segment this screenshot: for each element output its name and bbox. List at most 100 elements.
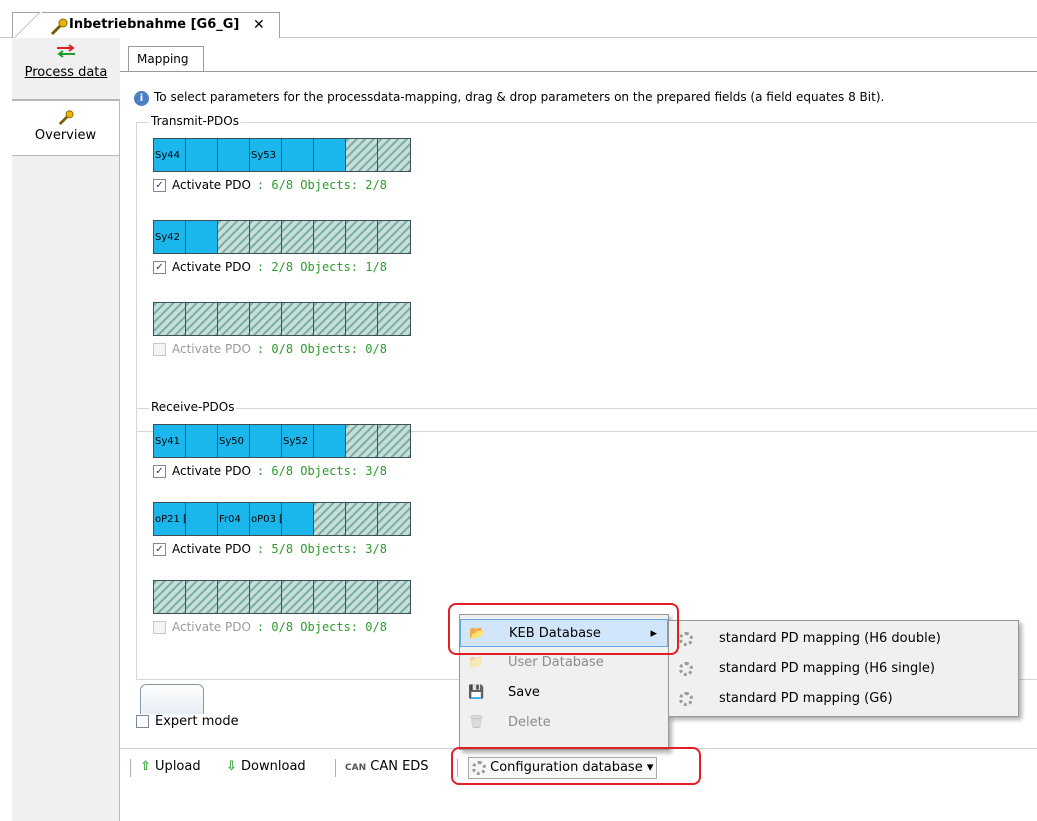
- pdo-field[interactable]: [314, 221, 346, 253]
- pdo-field[interactable]: [282, 303, 314, 335]
- checkbox-icon[interactable]: ✓: [153, 178, 166, 192]
- tab-overview[interactable]: Overview: [12, 100, 120, 156]
- pdo-field[interactable]: [314, 503, 346, 535]
- info-text: To select parameters for the processdata…: [154, 90, 885, 104]
- activate-pdo-checkbox[interactable]: ✓ Activate PDO: 2/8 Objects: 1/8: [153, 260, 387, 274]
- arrows-icon: [12, 44, 120, 61]
- pdo-field[interactable]: [314, 139, 346, 171]
- activate-pdo-label: Activate PDO: [172, 464, 251, 478]
- tab-process-data[interactable]: Process data: [12, 38, 120, 100]
- pdo-field[interactable]: [346, 221, 378, 253]
- pdo-field[interactable]: [250, 581, 282, 613]
- pdo-field[interactable]: [282, 503, 314, 535]
- menu-item-delete[interactable]: 🗑 Delete: [460, 709, 668, 737]
- submenu-item-mapping[interactable]: standard PD mapping (H6 double): [669, 625, 1018, 653]
- checkbox-icon[interactable]: [153, 342, 166, 356]
- menu-item-label: Delete: [508, 715, 551, 730]
- activate-pdo-checkbox[interactable]: Activate PDO: 0/8 Objects: 0/8: [153, 342, 387, 356]
- pdo-field[interactable]: [378, 139, 410, 171]
- highlight-keb-database: [448, 603, 679, 655]
- pdo-mapping-row[interactable]: [153, 302, 411, 336]
- activate-pdo-checkbox[interactable]: ✓ Activate PDO: 6/8 Objects: 3/8: [153, 464, 387, 478]
- tab-process-data-label: Process data: [24, 65, 108, 80]
- pdo-stats: : 0/8 Objects: 0/8: [256, 342, 387, 356]
- checkbox-icon[interactable]: ✓: [153, 542, 166, 556]
- pdo-mapping-row[interactable]: Sy41 Sy50 Sy52: [153, 424, 411, 458]
- menu-item-save[interactable]: 💾 Save: [460, 679, 668, 707]
- pdo-field[interactable]: [378, 503, 410, 535]
- pdo-field[interactable]: [250, 221, 282, 253]
- pdo-mapping-row[interactable]: Sy42: [153, 220, 411, 254]
- pdo-mapping-row[interactable]: [153, 580, 411, 614]
- pdo-mapping-row[interactable]: oP21 [0] Fr04 oP03 [0]: [153, 502, 411, 536]
- side-tab-pane: Process data Overview: [12, 38, 120, 821]
- checkbox-icon[interactable]: [153, 620, 166, 634]
- submenu-item-mapping[interactable]: standard PD mapping (H6 single): [669, 655, 1018, 683]
- pdo-field[interactable]: [282, 139, 314, 171]
- pdo-mapping-row[interactable]: Sy44 Sy53: [153, 138, 411, 172]
- submenu-item-label: standard PD mapping (H6 double): [719, 631, 941, 646]
- pdo-field[interactable]: [378, 221, 410, 253]
- activate-pdo-checkbox[interactable]: ✓ Activate PDO: 5/8 Objects: 3/8: [153, 542, 387, 556]
- activate-pdo-checkbox[interactable]: Activate PDO: 0/8 Objects: 0/8: [153, 620, 387, 634]
- tab-mapping[interactable]: Mapping: [128, 46, 204, 72]
- pdo-field[interactable]: [346, 425, 378, 457]
- pdo-field[interactable]: [282, 581, 314, 613]
- highlight-configuration-database: [451, 747, 701, 785]
- pdo-field[interactable]: Sy53: [250, 139, 282, 171]
- menu-item-label: Save: [508, 685, 540, 700]
- database-gear-icon: [679, 661, 693, 676]
- keb-database-submenu: standard PD mapping (H6 double) standard …: [668, 620, 1019, 717]
- menu-item-label: User Database: [508, 655, 604, 670]
- pdo-field[interactable]: Sy41: [154, 425, 186, 457]
- pdo-field[interactable]: oP03 [0]: [250, 503, 293, 535]
- pdo-field[interactable]: [186, 221, 218, 253]
- download-button[interactable]: ⇩ Download: [226, 759, 306, 774]
- pdo-field[interactable]: [186, 303, 218, 335]
- expert-mode-label: Expert mode: [155, 714, 239, 729]
- activate-pdo-checkbox[interactable]: ✓ Activate PDO: 6/8 Objects: 2/8: [153, 178, 387, 192]
- checkbox-icon[interactable]: ✓: [153, 464, 166, 478]
- pdo-field[interactable]: [154, 303, 186, 335]
- pdo-field[interactable]: [186, 503, 218, 535]
- pdo-field[interactable]: [218, 303, 250, 335]
- pdo-field[interactable]: [314, 425, 346, 457]
- pdo-field[interactable]: [186, 581, 218, 613]
- upload-button[interactable]: ⇧ Upload: [140, 759, 201, 774]
- pdo-field[interactable]: oP21 [0]: [154, 503, 197, 535]
- expert-mode-checkbox[interactable]: Expert mode: [136, 714, 239, 729]
- close-icon[interactable]: ✕: [253, 13, 265, 37]
- activate-pdo-label: Activate PDO: [172, 260, 251, 274]
- pdo-field[interactable]: [186, 139, 218, 171]
- pdo-field[interactable]: [346, 303, 378, 335]
- pdo-field[interactable]: Sy50: [218, 425, 250, 457]
- pdo-field[interactable]: [378, 303, 410, 335]
- pdo-field[interactable]: Sy52: [282, 425, 314, 457]
- expert-mode-box[interactable]: [136, 715, 149, 728]
- pdo-field[interactable]: Sy44: [154, 139, 186, 171]
- pdo-field[interactable]: Fr04: [218, 503, 250, 535]
- can-eds-button[interactable]: CAN CAN EDS: [345, 759, 429, 774]
- pdo-field[interactable]: Sy42: [154, 221, 186, 253]
- pdo-field[interactable]: [218, 581, 250, 613]
- pdo-field[interactable]: [346, 581, 378, 613]
- pdo-field[interactable]: [378, 425, 410, 457]
- tab-overview-label: Overview: [34, 128, 97, 143]
- pdo-field[interactable]: [378, 581, 410, 613]
- document-tab[interactable]: Inbetriebnahme [G6_G] ✕: [12, 12, 280, 38]
- pdo-field[interactable]: [250, 425, 282, 457]
- pdo-field[interactable]: [218, 139, 250, 171]
- pdo-field[interactable]: [346, 139, 378, 171]
- checkbox-icon[interactable]: ✓: [153, 260, 166, 274]
- pdo-field[interactable]: [154, 581, 186, 613]
- pdo-field[interactable]: [218, 221, 250, 253]
- submenu-item-mapping[interactable]: standard PD mapping (G6): [669, 685, 1018, 713]
- pdo-field[interactable]: [346, 503, 378, 535]
- pdo-field[interactable]: [282, 221, 314, 253]
- pdo-field[interactable]: [314, 581, 346, 613]
- database-gear-icon: [679, 631, 693, 646]
- pdo-field[interactable]: [186, 425, 218, 457]
- trash-bin-icon[interactable]: [140, 684, 204, 714]
- pdo-field[interactable]: [250, 303, 282, 335]
- pdo-field[interactable]: [314, 303, 346, 335]
